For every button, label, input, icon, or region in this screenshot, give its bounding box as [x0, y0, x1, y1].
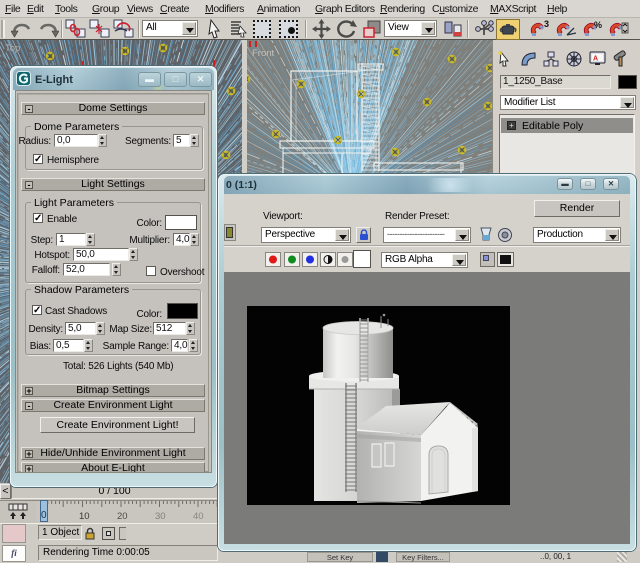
svg-text:A: A	[593, 56, 598, 63]
svg-text:%: %	[594, 20, 602, 30]
svg-text:3: 3	[544, 19, 549, 29]
